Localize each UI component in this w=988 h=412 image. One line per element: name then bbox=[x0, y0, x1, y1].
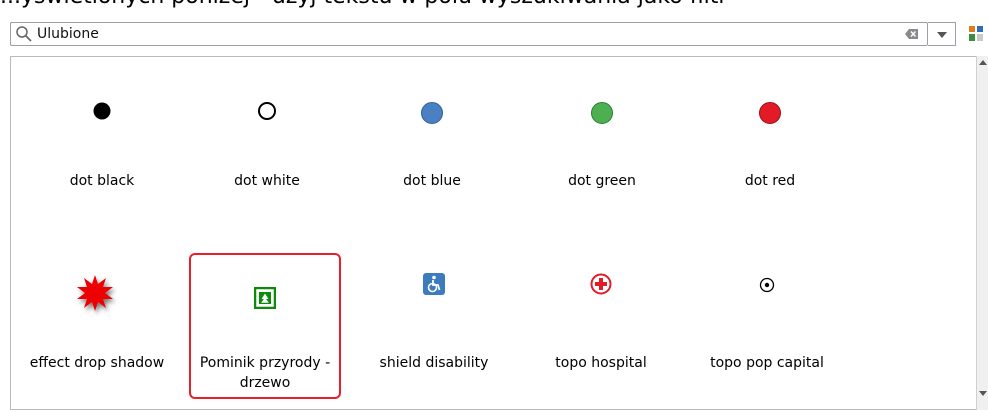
symbol-label: topo hospital bbox=[555, 355, 647, 371]
symbol-label: dot white bbox=[234, 173, 300, 189]
symbol-item-shield-disability[interactable]: shield disability bbox=[354, 273, 514, 403]
symbol-item-pominik-przyrody-drzewo[interactable]: Pominik przyrody - drzewo bbox=[189, 253, 341, 399]
white-dot-icon bbox=[258, 102, 276, 120]
chevron-down-icon bbox=[937, 32, 947, 38]
scroll-up-arrow-icon[interactable] bbox=[979, 60, 987, 65]
symbol-search-bar: Ulubione bbox=[0, 14, 988, 58]
symbol-item-dot-red[interactable]: dot red bbox=[690, 101, 850, 231]
scroll-down-arrow-icon[interactable] bbox=[979, 391, 987, 396]
symbol-item-dot-black[interactable]: dot black bbox=[22, 101, 182, 231]
symbol-label: dot red bbox=[744, 173, 796, 189]
style-manager-icon[interactable] bbox=[968, 24, 988, 44]
wheelchair-icon bbox=[423, 273, 445, 295]
symbol-label: topo pop capital bbox=[710, 355, 824, 371]
search-dropdown-button[interactable] bbox=[928, 22, 956, 46]
symbol-label: dot blue bbox=[403, 173, 461, 189]
symbol-label: dot green bbox=[568, 173, 636, 189]
tree-sign-icon bbox=[254, 287, 276, 309]
green-dot-icon bbox=[591, 102, 613, 124]
symbol-item-topo-hospital[interactable]: topo hospital bbox=[521, 273, 681, 403]
symbol-label: dot black bbox=[69, 173, 135, 189]
black-dot-icon bbox=[93, 102, 111, 120]
search-icon bbox=[16, 26, 32, 42]
dialog-hint-text: ...yswietlonych poniżej - użyj tekstu w … bbox=[0, 0, 988, 12]
symbol-item-dot-blue[interactable]: dot blue bbox=[352, 101, 512, 231]
symbol-list[interactable]: dot black dot white dot blue dot green d… bbox=[10, 56, 978, 410]
blue-dot-icon bbox=[421, 102, 443, 124]
symbol-item-effect-drop-shadow[interactable]: effect drop shadow bbox=[17, 273, 177, 403]
symbol-item-topo-pop-capital[interactable]: topo pop capital bbox=[687, 273, 847, 403]
capital-dot-icon bbox=[759, 277, 775, 293]
symbol-item-dot-white[interactable]: dot white bbox=[187, 101, 347, 231]
symbol-item-dot-green[interactable]: dot green bbox=[522, 101, 682, 231]
symbol-label: effect drop shadow bbox=[29, 355, 165, 371]
hospital-cross-icon bbox=[590, 273, 612, 295]
red-dot-icon bbox=[759, 102, 781, 124]
red-star-burst-icon bbox=[77, 275, 113, 311]
symbol-label: Pominik przyrody - drzewo bbox=[199, 355, 331, 391]
symbol-label: shield disability bbox=[379, 355, 489, 371]
search-value: Ulubione bbox=[37, 26, 99, 42]
vertical-scrollbar[interactable] bbox=[976, 56, 988, 410]
search-input[interactable]: Ulubione bbox=[10, 22, 928, 46]
clear-icon[interactable] bbox=[905, 28, 919, 40]
